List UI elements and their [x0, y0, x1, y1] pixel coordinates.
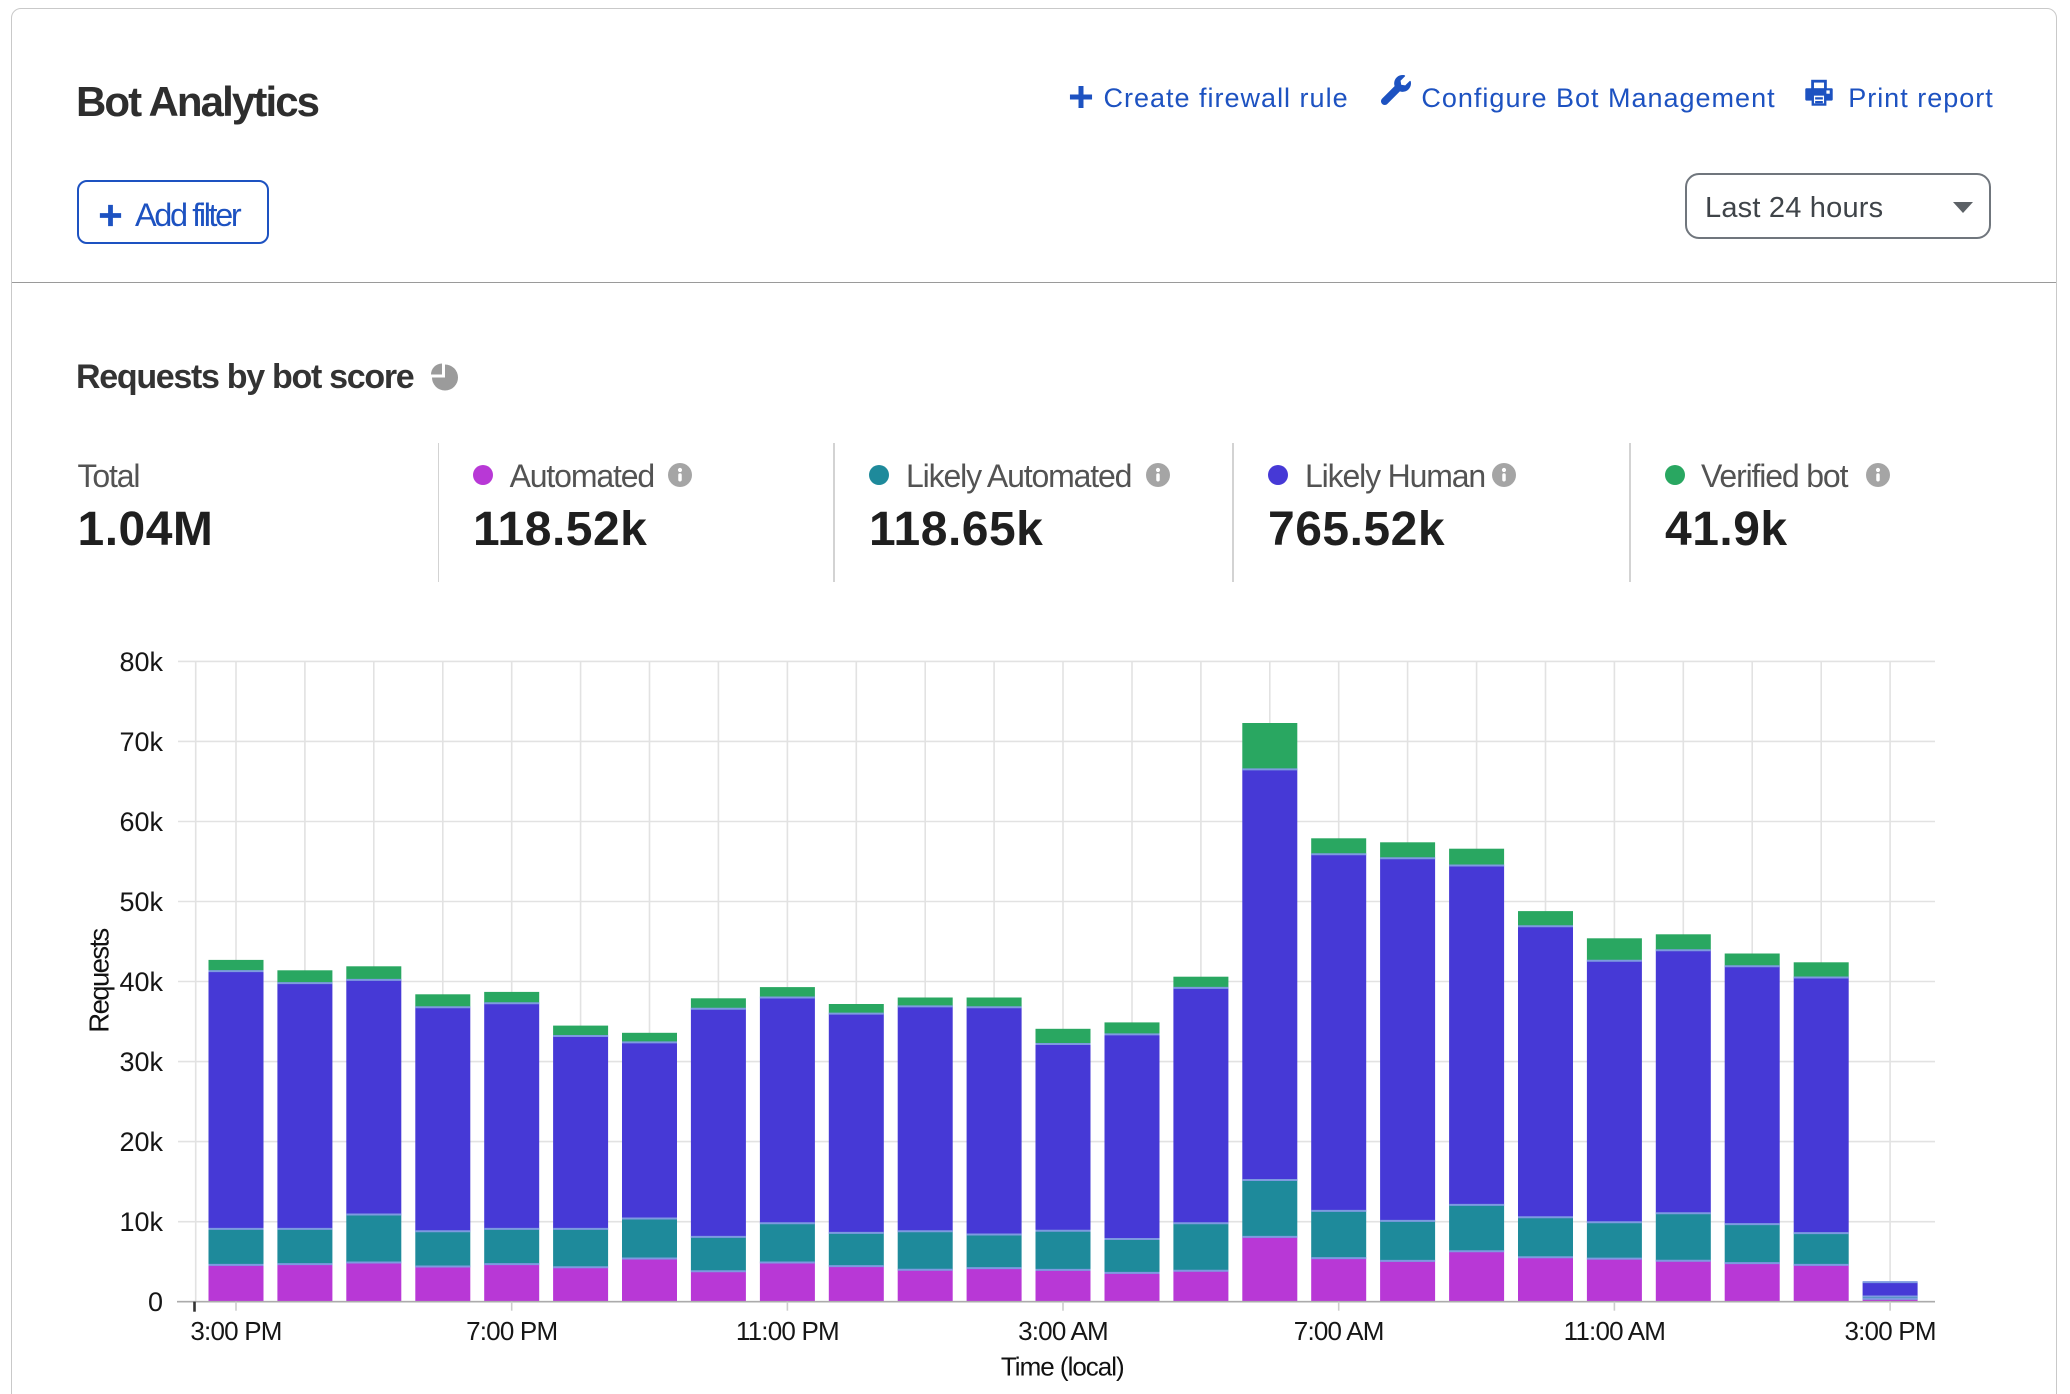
- svg-text:7:00 PM: 7:00 PM: [466, 1316, 557, 1346]
- svg-text:10k: 10k: [119, 1207, 163, 1237]
- svg-text:60k: 60k: [119, 807, 163, 837]
- svg-text:11:00 PM: 11:00 PM: [736, 1316, 839, 1346]
- svg-text:Requests: Requests: [84, 928, 115, 1032]
- svg-text:50k: 50k: [119, 887, 163, 917]
- svg-text:70k: 70k: [119, 727, 163, 757]
- svg-text:40k: 40k: [119, 967, 163, 997]
- svg-text:11:00 AM: 11:00 AM: [1564, 1316, 1666, 1346]
- svg-text:3:00 AM: 3:00 AM: [1018, 1316, 1108, 1346]
- svg-text:80k: 80k: [119, 647, 163, 677]
- svg-text:7:00 AM: 7:00 AM: [1294, 1316, 1384, 1346]
- svg-text:3:00 PM: 3:00 PM: [190, 1316, 281, 1346]
- svg-text:30k: 30k: [119, 1047, 163, 1077]
- svg-text:3:00 PM: 3:00 PM: [1844, 1316, 1935, 1346]
- svg-text:20k: 20k: [119, 1127, 163, 1157]
- svg-text:Time (local): Time (local): [1001, 1352, 1124, 1382]
- svg-text:0: 0: [148, 1287, 163, 1317]
